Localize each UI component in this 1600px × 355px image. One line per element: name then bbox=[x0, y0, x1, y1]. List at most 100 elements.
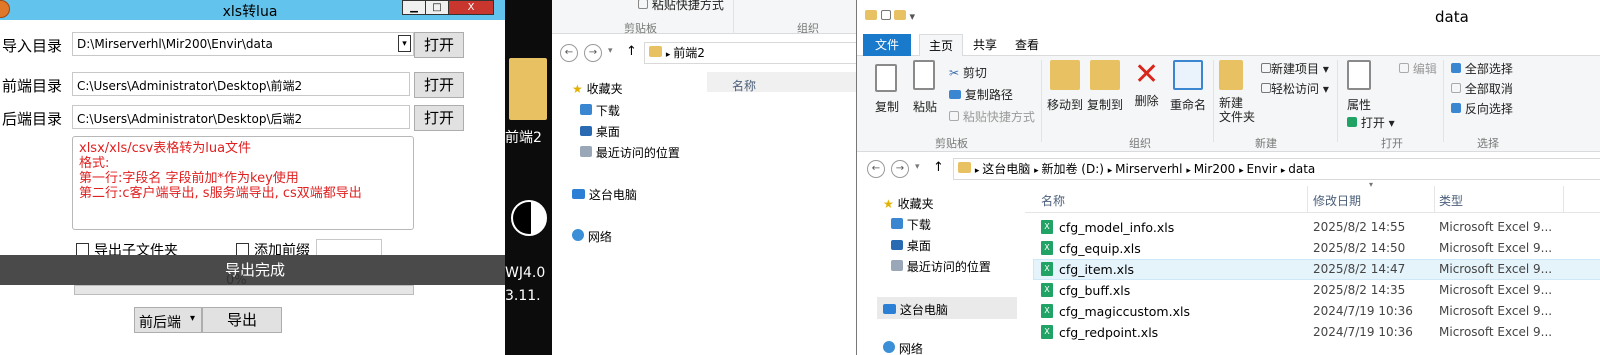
dropdown-arrow-icon[interactable]: ▾ bbox=[398, 35, 411, 52]
easy-access-button[interactable]: 轻松访问 ▾ bbox=[1261, 80, 1329, 97]
note-line: 第二行:c客户端导出, s服务端导出, cs双端都导出 bbox=[79, 186, 362, 201]
import-dir-combo[interactable]: D:\Mirserverhl\Mir200\Envir\data bbox=[72, 32, 414, 56]
breadcrumb-item[interactable]: 这台电脑 bbox=[982, 162, 1030, 176]
tree-network[interactable]: 网络 bbox=[572, 228, 612, 245]
new-folder-button[interactable]: 新建 文件夹 bbox=[1219, 60, 1255, 124]
import-open-button[interactable]: 打开 bbox=[414, 32, 464, 58]
new-item-button[interactable]: 新建项目 ▾ bbox=[1261, 60, 1329, 77]
yin-yang-icon[interactable] bbox=[511, 200, 547, 236]
copy-to-button[interactable]: 复制到 bbox=[1087, 60, 1123, 113]
chevron-down-icon[interactable]: ▾ bbox=[915, 162, 920, 172]
rename-button[interactable]: 重命名 bbox=[1170, 60, 1206, 113]
copy-button[interactable]: 复制 bbox=[875, 64, 899, 115]
tab-home[interactable]: 主页 bbox=[919, 34, 963, 56]
paste-button[interactable]: 粘贴 bbox=[913, 60, 937, 115]
tree-this-pc[interactable]: 这台电脑 bbox=[877, 297, 1017, 319]
file-row[interactable]: X cfg_buff.xls 2025/8/2 14:35 Microsoft … bbox=[1033, 280, 1600, 301]
select-all-button[interactable]: 全部选择 bbox=[1451, 60, 1513, 77]
file-date: 2025/8/2 14:35 bbox=[1313, 283, 1406, 297]
front-dir-input[interactable]: C:\Users\Administrator\Desktop\前端2 bbox=[72, 72, 410, 96]
paste-shortcut-button[interactable]: 粘贴快捷方式 bbox=[949, 108, 1035, 125]
front-open-button[interactable]: 打开 bbox=[414, 72, 464, 98]
column-header-name[interactable]: 名称 bbox=[732, 77, 756, 94]
breadcrumb-item[interactable]: Envir bbox=[1246, 162, 1277, 176]
export-button[interactable]: 导出 bbox=[202, 307, 282, 333]
column-divider[interactable] bbox=[1434, 186, 1435, 213]
column-header-type[interactable]: 类型 bbox=[1439, 192, 1463, 209]
cut-button[interactable]: ✂ 剪切 bbox=[949, 64, 987, 81]
copy-path-label: 复制路径 bbox=[964, 88, 1013, 102]
recent-places-icon bbox=[891, 260, 903, 271]
tree-label: 网络 bbox=[898, 342, 923, 355]
edit-button[interactable]: 编辑 bbox=[1399, 60, 1437, 77]
back-open-button[interactable]: 打开 bbox=[414, 105, 464, 131]
copy-path-button[interactable]: 复制路径 bbox=[949, 86, 1013, 103]
back-icon[interactable]: ← bbox=[867, 160, 885, 178]
new-folder-icon bbox=[894, 10, 906, 20]
properties-button[interactable]: 属性 bbox=[1347, 60, 1371, 113]
move-to-button[interactable]: 移动到 bbox=[1047, 60, 1083, 113]
tab-share[interactable]: 共享 bbox=[965, 34, 1005, 56]
forward-icon[interactable]: → bbox=[891, 160, 909, 178]
tree-desktop[interactable]: 桌面 bbox=[580, 123, 620, 140]
file-date: 2025/8/2 14:55 bbox=[1313, 220, 1406, 234]
close-button[interactable]: X bbox=[448, 0, 494, 15]
file-row[interactable]: X cfg_item.xls 2025/8/2 14:47 Microsoft … bbox=[1033, 259, 1600, 280]
quick-access-toolbar[interactable]: ▾ bbox=[865, 10, 915, 23]
properties-icon bbox=[1347, 60, 1371, 90]
xls-converter-window: xls转lua ▁ □ X 导入目录 D:\Mirserverhl\Mir200… bbox=[0, 0, 510, 355]
folder-icon[interactable] bbox=[509, 58, 547, 120]
tab-file[interactable]: 文件 bbox=[863, 34, 911, 56]
breadcrumb-item[interactable]: 新加卷 (D:) bbox=[1041, 162, 1103, 176]
select-none-button[interactable]: 全部取消 bbox=[1451, 80, 1513, 97]
up-arrow-icon[interactable]: ↑ bbox=[933, 160, 944, 175]
file-row[interactable]: X cfg_magiccustom.xls 2024/7/19 10:36 Mi… bbox=[1033, 301, 1600, 322]
file-row[interactable]: X cfg_redpoint.xls 2024/7/19 10:36 Micro… bbox=[1033, 322, 1600, 343]
tree-favorites[interactable]: ★ 收藏夹 bbox=[883, 195, 934, 212]
address-bar[interactable]: ▸ 前端2 bbox=[644, 42, 861, 64]
tree-network[interactable]: 网络 bbox=[883, 340, 923, 355]
delete-button[interactable]: ✕ 删除 bbox=[1134, 58, 1159, 109]
tree-favorites[interactable]: ★ 收藏夹 bbox=[572, 80, 623, 97]
tree-this-pc[interactable]: 这台电脑 bbox=[572, 186, 637, 203]
open-button[interactable]: 打开 ▾ bbox=[1347, 114, 1395, 131]
tree-label: 桌面 bbox=[595, 125, 620, 139]
tree-downloads[interactable]: 下载 bbox=[891, 216, 931, 233]
breadcrumb-item[interactable]: Mirserverhl bbox=[1115, 162, 1182, 176]
file-date: 2024/7/19 10:36 bbox=[1313, 304, 1413, 318]
invert-selection-icon bbox=[1451, 103, 1461, 113]
file-name: cfg_magiccustom.xls bbox=[1059, 304, 1190, 319]
tree-downloads[interactable]: 下载 bbox=[580, 102, 620, 119]
tree-desktop[interactable]: 桌面 bbox=[891, 237, 931, 254]
paste-shortcut-button[interactable]: 粘贴快捷方式 bbox=[638, 0, 724, 13]
minimize-button[interactable]: ▁ bbox=[402, 0, 426, 15]
breadcrumb-item[interactable]: Mir200 bbox=[1194, 162, 1236, 176]
download-icon bbox=[891, 218, 903, 229]
column-divider[interactable] bbox=[1307, 186, 1308, 213]
desktop-icon-label[interactable]: 前端2 bbox=[505, 127, 542, 147]
back-icon[interactable]: ← bbox=[560, 44, 578, 62]
chevron-down-icon[interactable]: ▾ bbox=[608, 46, 613, 56]
invert-selection-button[interactable]: 反向选择 bbox=[1451, 100, 1513, 117]
group-label: 新建 bbox=[1255, 137, 1277, 150]
column-header-date[interactable]: 修改日期 bbox=[1313, 192, 1361, 209]
column-header-name[interactable]: 名称 bbox=[1041, 192, 1065, 209]
breadcrumb-item[interactable]: 前端2 bbox=[673, 46, 705, 60]
up-arrow-icon[interactable]: ↑ bbox=[626, 44, 637, 59]
tab-view[interactable]: 查看 bbox=[1007, 34, 1047, 56]
mode-select[interactable]: 前后端 ▾ bbox=[134, 307, 202, 333]
excel-file-icon: X bbox=[1041, 220, 1053, 234]
file-row[interactable]: X cfg_model_info.xls 2025/8/2 14:55 Micr… bbox=[1033, 217, 1600, 238]
column-divider[interactable] bbox=[1563, 186, 1564, 213]
back-dir-input[interactable]: C:\Users\Administrator\Desktop\后端2 bbox=[72, 105, 410, 129]
forward-icon[interactable]: → bbox=[584, 44, 602, 62]
title-bar[interactable] bbox=[857, 0, 1600, 34]
tree-recent[interactable]: 最近访问的位置 bbox=[891, 258, 991, 275]
tree-recent[interactable]: 最近访问的位置 bbox=[580, 144, 680, 161]
file-name: cfg_item.xls bbox=[1059, 262, 1135, 277]
address-bar[interactable]: ▸ 这台电脑 ▸ 新加卷 (D:) ▸ Mirserverhl ▸ Mir200… bbox=[953, 158, 1600, 180]
maximize-button[interactable]: □ bbox=[425, 0, 449, 15]
properties-label: 属性 bbox=[1347, 98, 1372, 112]
file-row[interactable]: X cfg_equip.xls 2025/8/2 14:50 Microsoft… bbox=[1033, 238, 1600, 259]
breadcrumb-item[interactable]: data bbox=[1288, 162, 1315, 176]
